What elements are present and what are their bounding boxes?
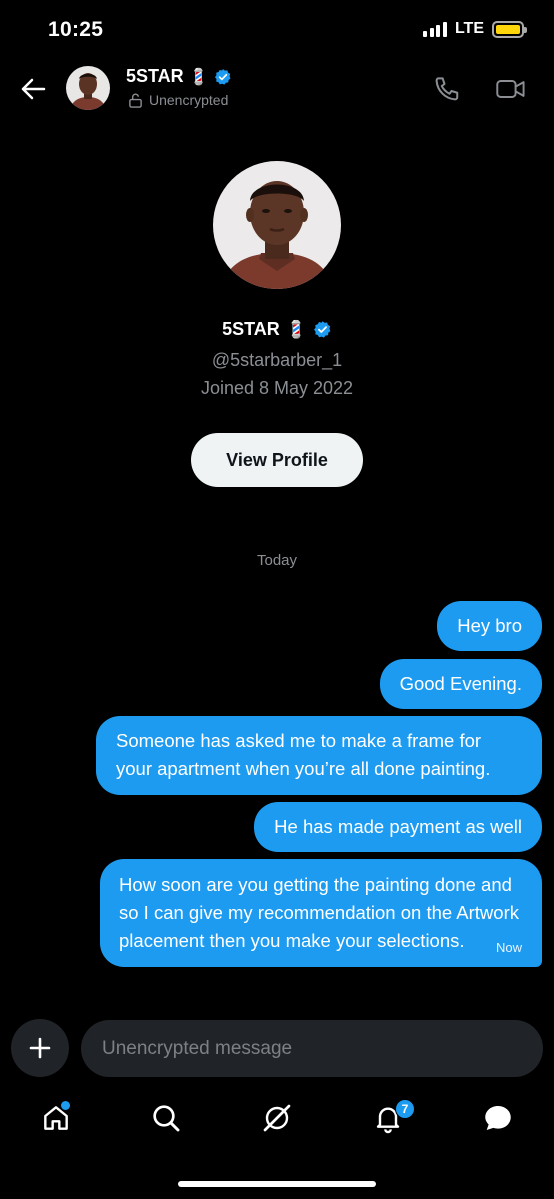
video-icon xyxy=(496,80,525,98)
barber-pole-emoji: 💈 xyxy=(188,68,209,86)
message-text: How soon are you getting the painting do… xyxy=(119,874,519,951)
verified-badge-icon xyxy=(214,68,231,85)
profile-name: 5STAR xyxy=(222,319,280,339)
barber-pole-emoji: 💈 xyxy=(285,319,307,339)
message-bubble[interactable]: He has made payment as well xyxy=(254,802,542,852)
verified-badge-icon xyxy=(313,321,331,338)
home-notification-dot xyxy=(61,1101,70,1110)
home-indicator xyxy=(178,1181,376,1187)
message-bubble[interactable]: Someone has asked me to make a frame for… xyxy=(96,716,542,795)
encryption-label: Unencrypted xyxy=(149,92,229,108)
status-time: 10:25 xyxy=(48,18,104,41)
header-avatar[interactable] xyxy=(66,66,110,110)
signal-icon xyxy=(423,21,447,37)
add-attachment-button[interactable] xyxy=(11,1019,69,1077)
message-bubble[interactable]: Hey bro xyxy=(437,601,542,651)
tab-search[interactable] xyxy=(148,1100,184,1136)
profile-avatar[interactable] xyxy=(213,161,341,289)
back-button[interactable] xyxy=(18,74,48,104)
date-separator: Today xyxy=(256,552,298,569)
phone-icon xyxy=(435,77,459,101)
grok-icon xyxy=(263,1104,291,1132)
search-icon xyxy=(153,1105,180,1132)
message-timestamp: Now xyxy=(495,940,522,955)
network-label: LTE xyxy=(454,20,484,37)
view-profile-button[interactable]: View Profile xyxy=(191,433,363,487)
tab-messages[interactable] xyxy=(480,1100,516,1136)
call-button[interactable] xyxy=(432,74,462,104)
unlock-icon xyxy=(129,92,142,108)
arrow-left-icon xyxy=(21,78,46,100)
messages-icon xyxy=(485,1105,511,1131)
message-composer[interactable] xyxy=(81,1020,543,1077)
notification-badge: 7 xyxy=(395,1099,415,1119)
message-bubble[interactable]: Good Evening. xyxy=(379,659,542,709)
message-input[interactable] xyxy=(81,1020,543,1077)
battery-icon xyxy=(492,20,527,38)
tab-grok[interactable] xyxy=(259,1100,295,1136)
video-call-button[interactable] xyxy=(495,74,527,104)
profile-joined-date: Joined 8 May 2022 xyxy=(200,378,354,398)
encryption-status: Unencrypted xyxy=(128,92,228,108)
profile-handle: @5starbarber_1 xyxy=(211,350,343,370)
profile-name-row: 5STAR 💈 xyxy=(0,319,554,340)
contact-name: 5STAR xyxy=(126,66,184,86)
plus-icon xyxy=(29,1037,51,1059)
header-title[interactable]: 5STAR 💈 xyxy=(126,66,232,87)
message-bubble[interactable]: How soon are you getting the painting do… xyxy=(100,859,542,967)
status-icons: LTE xyxy=(423,20,527,38)
